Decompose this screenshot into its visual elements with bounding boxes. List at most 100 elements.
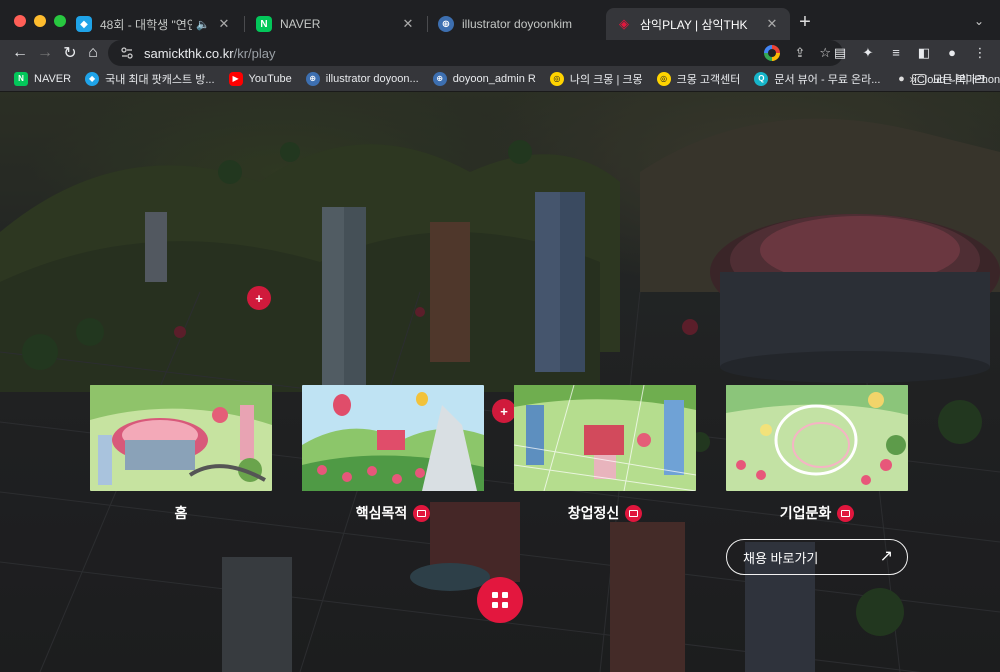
zoom-window-button[interactable] [54, 15, 66, 27]
kmong-icon: ◎ [656, 71, 671, 86]
speaker-icon[interactable]: 🔈 [196, 18, 210, 31]
naver-favicon-icon: N [256, 16, 272, 32]
bookmark-label: YouTube [248, 72, 292, 85]
google-lens-icon[interactable] [764, 45, 781, 61]
bookmark-label: 문서 뷰어 - 무료 온라... [774, 73, 881, 86]
card-founding-spirit[interactable]: 창업정신 [514, 385, 696, 523]
card-corporate-culture[interactable]: 기업문화 [726, 385, 908, 523]
puzzle-icon[interactable]: ✦ [860, 44, 876, 62]
kebab-menu-icon[interactable]: ⋮ [972, 44, 988, 62]
tab-label: NAVER [280, 17, 321, 31]
tab-label: 48회 - 대학생 "연인과의 첫 잠자 [100, 17, 192, 32]
new-tab-button[interactable]: + [796, 12, 814, 32]
card-core-purpose[interactable]: 핵심목적 [302, 385, 484, 523]
globe-icon: ⊕ [438, 16, 454, 32]
video-badge-icon [837, 504, 855, 522]
tab-samick-play[interactable]: ◈ 삼익PLAY | 삼익THK ✕ [606, 8, 790, 40]
doc-viewer-icon: Q [754, 71, 769, 86]
apple-icon: ● [898, 72, 905, 85]
tab-podcast[interactable]: ◆ 48회 - 대학생 "연인과의 첫 잠자 🔈 ✕ [66, 8, 242, 40]
arrow-up-right-icon: ↗ [879, 548, 893, 565]
reading-list-icon[interactable]: ≡ [888, 44, 904, 62]
card-home[interactable]: 홈 [90, 385, 272, 523]
side-panel-icon[interactable]: ◧ [916, 44, 932, 62]
bookmark-label: NAVER [34, 72, 72, 85]
corporate-culture-thumbnail-image [726, 385, 908, 491]
bookmark-label: doyoon_admin R [452, 72, 536, 85]
bookmark-kmong-support[interactable]: ◎ 크몽 고객센터 [656, 71, 741, 87]
youtube-icon: ▶ [228, 71, 243, 86]
bookmark-star-icon[interactable]: ☆ [819, 44, 831, 62]
bookmark-podcast[interactable]: ◆ 국내 최대 팟캐스트 방... [85, 71, 215, 87]
close-tab-icon[interactable]: ✕ [216, 16, 232, 32]
tab-label: illustrator doyoonkim [462, 17, 573, 31]
bookmark-kmong[interactable]: ◎ 나의 크몽 | 크몽 [549, 71, 643, 87]
play-page: + + 홈 핵심목적 창업정신 기업문화 채용 바로가기 ↗ [0, 92, 1000, 672]
bookmark-illustrator[interactable]: ⊕ illustrator doyoon... [305, 71, 419, 86]
forward-arrow-icon[interactable]: → [35, 43, 55, 63]
bookmark-doc-viewer[interactable]: Q 문서 뷰어 - 무료 온라... [754, 71, 880, 87]
tab-divider [244, 16, 245, 32]
omnibox-actions: ⇪ ☆ [764, 44, 831, 62]
bookmark-label: 국내 최대 팟캐스트 방... [105, 73, 215, 86]
video-badge-icon [625, 504, 643, 522]
close-tab-icon[interactable]: ✕ [764, 16, 780, 32]
bookmark-naver[interactable]: N NAVER [14, 71, 72, 86]
tab-illustrator[interactable]: ⊕ illustrator doyoonkim [428, 8, 606, 40]
home-thumbnail-image [90, 385, 272, 491]
core-purpose-thumbnail-image [302, 385, 484, 491]
close-window-button[interactable] [14, 15, 26, 27]
card-label: 창업정신 [567, 505, 620, 521]
tab-label: 삼익PLAY | 삼익THK [640, 17, 748, 32]
podcast-icon: ◆ [85, 71, 100, 86]
window-controls [14, 15, 66, 27]
menu-grid-button[interactable] [477, 577, 523, 623]
reload-icon[interactable]: ↻ [60, 43, 80, 63]
close-tab-icon[interactable]: ✕ [400, 16, 416, 32]
all-bookmarks-label: 모든 북마크 [932, 74, 986, 86]
globe-icon: ⊕ [305, 71, 320, 86]
play-menu-cards: 홈 핵심목적 창업정신 기업문화 [90, 385, 910, 525]
site-info-icon[interactable] [120, 46, 134, 60]
card-caption: 핵심목적 [302, 503, 484, 523]
card-caption: 홈 [90, 503, 272, 523]
recruit-link-button[interactable]: 채용 바로가기 ↗ [726, 539, 908, 575]
bookmark-admin[interactable]: ⊕ doyoon_admin R [432, 71, 536, 86]
card-caption: 기업문화 [726, 503, 908, 523]
url-path: /kr/play [233, 45, 276, 61]
video-badge-icon [413, 504, 431, 522]
samick-favicon-icon: ◈ [619, 16, 629, 31]
naver-icon: N [14, 71, 28, 86]
tab-strip: ◆ 48회 - 대학생 "연인과의 첫 잠자 🔈 ✕ N NAVER ✕ ⊕ i… [0, 0, 1000, 40]
bookmarks-bar: N NAVER ◆ 국내 최대 팟캐스트 방... ▶ YouTube ⊕ il… [0, 66, 1000, 92]
card-caption: 창업정신 [514, 503, 696, 523]
bookmark-label: 나의 크몽 | 크몽 [569, 73, 643, 86]
podcast-favicon-icon: ◆ [76, 16, 92, 32]
folder-icon [912, 73, 927, 85]
all-bookmarks-folder[interactable]: 모든 북마크 [912, 71, 986, 87]
tab-naver[interactable]: N NAVER ✕ [246, 8, 426, 40]
address-bar[interactable]: samickthk.co.kr/kr/play ⇪ ☆ [108, 40, 843, 66]
extension-doc-icon[interactable]: ▤ [832, 44, 848, 62]
globe-icon: ⊕ [432, 71, 447, 86]
map-hotspot-marker[interactable]: + [247, 286, 271, 310]
bookmark-youtube[interactable]: ▶ YouTube [228, 71, 292, 86]
card-label: 기업문화 [779, 505, 832, 521]
share-icon[interactable]: ⇪ [794, 44, 805, 62]
browser-toolbar: ← → ↻ ⌂ samickthk.co.kr/kr/play ⇪ ☆ ▤ ✦ … [0, 40, 1000, 66]
extensions-area: ▤ ✦ ≡ ◧ ● ⋮ [832, 44, 988, 62]
bookmark-label: illustrator doyoon... [325, 72, 419, 85]
card-label: 핵심목적 [355, 505, 408, 521]
url-host: samickthk.co.kr [144, 45, 234, 61]
bookmark-label: 크몽 고객센터 [676, 73, 741, 86]
home-icon[interactable]: ⌂ [83, 43, 103, 63]
card-label: 홈 [174, 505, 188, 521]
founding-spirit-thumbnail-image [514, 385, 696, 491]
recruit-label: 채용 바로가기 [743, 550, 819, 566]
profile-avatar-icon[interactable]: ● [944, 44, 960, 62]
kmong-icon: ◎ [549, 71, 564, 86]
minimize-window-button[interactable] [34, 15, 46, 27]
back-arrow-icon[interactable]: ← [10, 43, 30, 63]
tab-search-chevron-icon[interactable]: ⌄ [974, 14, 984, 28]
grid-icon [492, 592, 508, 608]
